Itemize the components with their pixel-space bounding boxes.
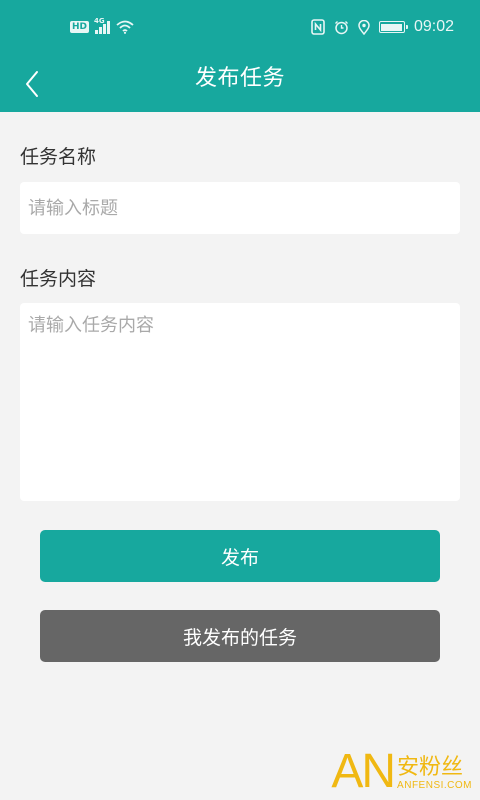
task-name-label: 任务名称 xyxy=(20,146,97,168)
battery-icon xyxy=(378,21,408,33)
publish-button[interactable]: 发布 xyxy=(40,530,440,582)
alarm-icon xyxy=(334,20,348,34)
watermark-logo: AN 安粉丝 ANFENSI.COM xyxy=(331,745,472,798)
status-right: 09:02 xyxy=(311,17,454,37)
status-bar: HD 4G 09:02 xyxy=(0,0,480,56)
task-content-label: 任务内容 xyxy=(20,268,97,290)
signal-icon: 4G xyxy=(94,17,110,34)
network-type: 4G xyxy=(94,17,105,25)
watermark-cn: 安粉丝 xyxy=(397,755,464,780)
task-content-textarea[interactable] xyxy=(20,303,460,501)
wifi-icon xyxy=(115,20,134,34)
task-name-input[interactable] xyxy=(20,182,460,234)
status-left: HD 4G xyxy=(70,17,134,36)
location-icon xyxy=(358,19,370,35)
nfc-icon xyxy=(311,19,325,35)
title-bar: 发布任务 xyxy=(0,56,480,112)
watermark-en: ANFENSI.COM xyxy=(397,780,472,791)
status-time: 09:02 xyxy=(413,18,454,35)
page-title: 发布任务 xyxy=(194,66,285,91)
hd-icon: HD xyxy=(70,21,90,33)
my-published-tasks-button[interactable]: 我发布的任务 xyxy=(40,610,440,662)
watermark-an: AN xyxy=(331,745,396,798)
